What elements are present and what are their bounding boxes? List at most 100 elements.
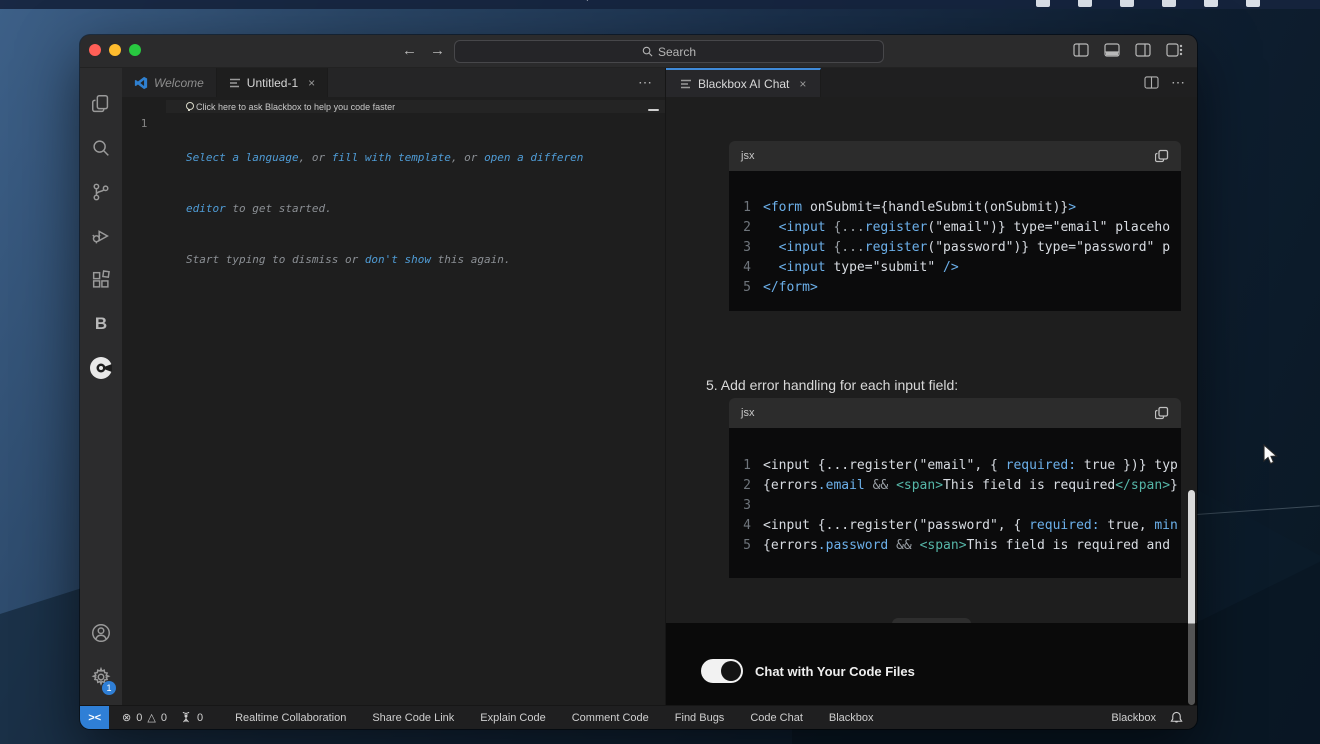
minimize-window-button[interactable] <box>109 44 121 56</box>
editor-welcome-text: Select a language, or fill with template… <box>186 115 655 302</box>
video-icon[interactable] <box>1036 0 1050 7</box>
run-debug-icon[interactable] <box>80 214 122 258</box>
fold-indicator[interactable] <box>648 109 659 111</box>
line-number: 1 <box>122 115 166 132</box>
command-center-search[interactable]: Search <box>454 40 884 63</box>
chat-scrollbar[interactable] <box>1188 490 1195 705</box>
blackbox-ai-logo-icon[interactable] <box>80 346 122 390</box>
code-text: </form> <box>763 278 1181 298</box>
tab-blackbox-ai-chat[interactable]: Blackbox AI Chat × <box>666 68 821 97</box>
menubar-item[interactable]: Terminal <box>419 0 468 1</box>
battery-icon[interactable] <box>1078 0 1092 7</box>
code-line-number: 1 <box>729 198 763 218</box>
back-button[interactable]: ← <box>402 42 417 59</box>
blackbox-hint-bar[interactable]: Click here to ask Blackbox to help you c… <box>166 100 665 113</box>
code-language-label: jsx <box>741 150 754 162</box>
code-text: {errors.email && <span>This field is req… <box>763 476 1181 496</box>
notifications-bell-icon[interactable] <box>1170 711 1183 725</box>
toggle-primary-sidebar-icon[interactable] <box>1073 43 1089 57</box>
code-text <box>763 496 1181 516</box>
code-text: <input {...register("email", { required:… <box>763 456 1181 476</box>
zoom-window-button[interactable] <box>129 44 141 56</box>
blackbox-status-label[interactable]: Blackbox <box>1111 712 1156 724</box>
editor-hint-link[interactable]: fill with template <box>332 151 451 164</box>
chat-more-actions[interactable]: ⋯ <box>1171 74 1185 91</box>
tab-welcome[interactable]: Welcome <box>122 68 217 97</box>
code-segment: ("password")} <box>927 240 1037 255</box>
vscode-window: ← → Search B <box>80 35 1197 729</box>
settings-gear-icon[interactable]: 1 <box>80 655 122 699</box>
source-control-icon[interactable] <box>80 170 122 214</box>
account-icon[interactable] <box>80 611 122 655</box>
wifi-icon[interactable] <box>1120 0 1134 7</box>
hint-text: Click here to ask Blackbox to help you c… <box>196 102 395 112</box>
close-tab-icon[interactable]: × <box>799 77 806 91</box>
clock-icon[interactable] <box>1246 0 1260 7</box>
menubar-item[interactable]: View <box>272 0 300 1</box>
forward-button[interactable]: → <box>430 42 445 59</box>
control-center-icon[interactable] <box>1204 0 1218 7</box>
editor-hint-link[interactable]: editor <box>186 202 226 215</box>
code-segment <box>763 240 779 255</box>
editor-hint-link[interactable]: don't show <box>365 253 431 266</box>
editor-hint-link[interactable]: open a differen <box>484 151 583 164</box>
copy-icon[interactable] <box>1155 149 1169 163</box>
statusbar-item[interactable]: Realtime Collaboration <box>235 712 346 724</box>
statusbar-item[interactable]: Code Chat <box>750 712 803 724</box>
text-segment: Start typing to dismiss or <box>186 253 365 266</box>
split-editor-icon[interactable] <box>1144 76 1159 89</box>
menubar-item[interactable]: File <box>97 0 118 1</box>
chat-conversation[interactable]: jsx 1<form onSubmit={handleSubmit(onSubm… <box>666 97 1197 705</box>
search-icon[interactable] <box>1162 0 1176 7</box>
toggle-secondary-sidebar-icon[interactable] <box>1135 43 1151 57</box>
blackbox-extension-icon[interactable]: B <box>80 302 122 346</box>
vscode-logo-icon <box>134 76 148 90</box>
error-icon: ⊗ <box>122 711 131 724</box>
toggle-panel-icon[interactable] <box>1104 43 1120 57</box>
search-icon[interactable] <box>80 126 122 170</box>
code-segment: > <box>1068 200 1076 215</box>
code-segment <box>763 260 779 275</box>
menubar-item[interactable]: Code <box>40 0 71 1</box>
ports-indicator[interactable]: 0 <box>180 712 203 724</box>
code-line: 4 <input type="submit" /> <box>729 258 1181 278</box>
statusbar-item[interactable]: Share Code Link <box>372 712 454 724</box>
menubar-item[interactable]: Help <box>566 0 593 1</box>
code-text: <input {...register("password")} type="p… <box>763 238 1181 258</box>
code-segment <box>763 220 779 235</box>
menubar-item[interactable]: Run <box>369 0 393 1</box>
problems-indicator[interactable]: ⊗ 0 △ 0 <box>122 711 167 724</box>
code-content: 1<input {...register("email", { required… <box>729 428 1181 578</box>
extensions-icon[interactable] <box>80 258 122 302</box>
chat-with-code-files-toggle[interactable] <box>701 659 743 683</box>
window-controls <box>89 44 141 56</box>
code-segment: true <box>1076 458 1115 473</box>
statusbar-item[interactable]: Find Bugs <box>675 712 725 724</box>
customize-layout-icon[interactable] <box>1166 43 1183 57</box>
statusbar-item[interactable]: Explain Code <box>480 712 545 724</box>
menubar-item[interactable]: Window <box>494 0 540 1</box>
text-segment: , or <box>299 151 332 164</box>
menubar-item[interactable]: Edit <box>144 0 166 1</box>
editor-hint-link[interactable]: Select a language <box>186 151 299 164</box>
code-segment: <span> <box>920 538 967 553</box>
chat-step-text: 5. Add error handling for each input fie… <box>706 377 958 393</box>
code-line-number: 5 <box>729 536 763 556</box>
titlebar[interactable]: ← → Search <box>80 35 1197 68</box>
blackbox-chat-panel: Blackbox AI Chat × ⋯ jsx 1<form onSubmit… <box>665 68 1197 705</box>
editor-more-actions[interactable]: ⋯ <box>638 68 653 97</box>
menubar-item[interactable]: Selection <box>192 0 245 1</box>
copy-icon[interactable] <box>1155 406 1169 420</box>
code-segment: required: <box>1029 518 1099 533</box>
close-tab-icon[interactable]: × <box>308 76 315 90</box>
code-segment: onSubmit={handleSubmit(onSubmit)} <box>802 200 1068 215</box>
editor[interactable]: Click here to ask Blackbox to help you c… <box>122 97 665 705</box>
tab-untitled-1[interactable]: Untitled-1 × <box>217 68 328 97</box>
remote-indicator[interactable]: >< <box>80 706 109 730</box>
statusbar-item[interactable]: Comment Code <box>572 712 649 724</box>
explorer-icon[interactable] <box>80 82 122 126</box>
close-window-button[interactable] <box>89 44 101 56</box>
activity-bar: B 1 <box>80 68 122 705</box>
menubar-item[interactable]: Go <box>326 0 343 1</box>
statusbar-item[interactable]: Blackbox <box>829 712 874 724</box>
